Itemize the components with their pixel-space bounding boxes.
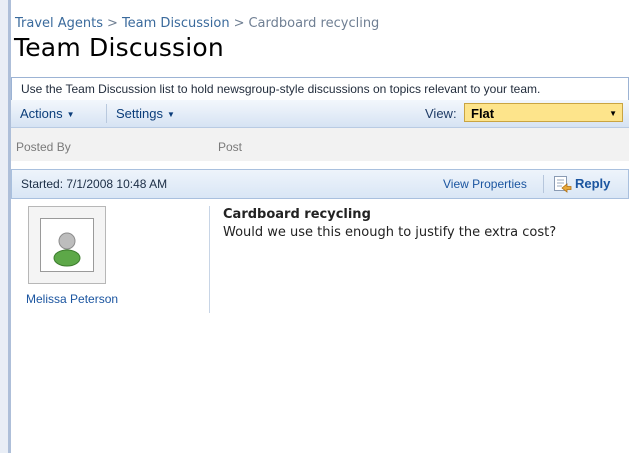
- actions-menu-label: Actions: [20, 106, 63, 121]
- list-description: Use the Team Discussion list to hold new…: [11, 77, 629, 101]
- view-select-value: Flat: [471, 106, 495, 121]
- avatar[interactable]: [28, 206, 106, 284]
- thread-header: Started: 7/1/2008 10:48 AM View Properti…: [11, 169, 629, 199]
- post-author-link[interactable]: Melissa Peterson: [26, 292, 118, 306]
- settings-menu-label: Settings: [116, 106, 163, 121]
- chevron-down-icon: ▼: [66, 110, 75, 119]
- view-properties-link[interactable]: View Properties: [443, 177, 527, 191]
- chevron-down-icon: ▼: [166, 110, 175, 119]
- chevron-down-icon: ▼: [609, 109, 617, 118]
- breadcrumb-separator: >: [107, 16, 118, 31]
- toolbar-divider: [106, 104, 107, 123]
- breadcrumb-link-site[interactable]: Travel Agents: [15, 16, 103, 31]
- left-nav-strip: [0, 0, 11, 453]
- breadcrumb-current: Cardboard recycling: [248, 16, 380, 31]
- actions-menu[interactable]: Actions ▼: [20, 106, 75, 121]
- thread-started: Started: 7/1/2008 10:48 AM: [21, 177, 168, 191]
- settings-menu[interactable]: Settings ▼: [116, 106, 175, 121]
- breadcrumb: Travel Agents > Team Discussion > Cardboard …: [15, 16, 379, 31]
- person-icon: [53, 232, 81, 267]
- view-select[interactable]: Flat ▼: [464, 103, 623, 122]
- list-description-text: Use the Team Discussion list to hold new…: [21, 82, 541, 96]
- column-header-row: Posted By Post: [11, 128, 629, 161]
- reply-icon: [554, 176, 572, 193]
- page-title: Team Discussion: [14, 33, 224, 62]
- main-content: Travel Agents > Team Discussion > Cardboard …: [11, 0, 629, 453]
- thread-header-divider: [543, 175, 544, 193]
- column-header-posted-by[interactable]: Posted By: [16, 140, 71, 154]
- post-subject: Cardboard recycling: [223, 207, 371, 222]
- breadcrumb-separator: >: [233, 16, 245, 31]
- list-toolbar: Actions ▼ Settings ▼ View: Flat ▼: [11, 100, 629, 128]
- view-label: View:: [425, 106, 457, 121]
- breadcrumb-link-list[interactable]: Team Discussion: [122, 16, 230, 31]
- reply-button-label: Reply: [575, 176, 611, 191]
- column-header-post[interactable]: Post: [218, 140, 242, 154]
- post-divider: [209, 206, 210, 313]
- post-body: Would we use this enough to justify the …: [223, 225, 557, 240]
- avatar-frame: [40, 218, 94, 272]
